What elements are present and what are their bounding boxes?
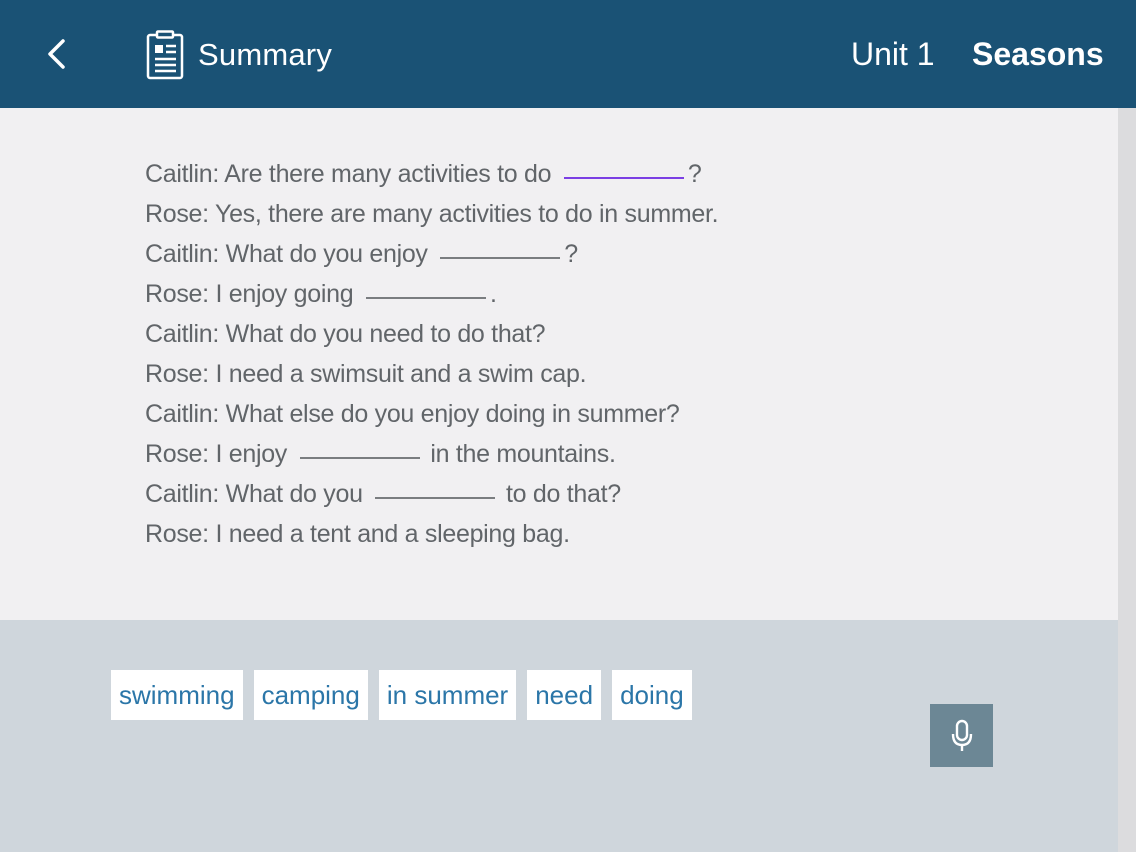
dialogue-text-segment: Rose: I enjoy going [145, 280, 360, 308]
dialogue-line: Caitlin: Are there many activities to do… [145, 154, 1045, 194]
dialogue-text-segment: Caitlin: Are there many activities to do [145, 160, 558, 188]
answer-blank[interactable] [440, 257, 561, 259]
dialogue-line: Rose: I enjoy in the mountains. [145, 434, 1045, 474]
dialogue-line: Rose: I enjoy going . [145, 274, 1045, 314]
summary-label: Summary [198, 37, 333, 72]
dialogue-text-segment: ? [687, 160, 702, 188]
page-title: Seasons [972, 36, 1104, 72]
word-chip[interactable]: in summer [378, 670, 517, 720]
dialogue-text-segment: Rose: I need a swimsuit and a swim cap. [145, 360, 587, 388]
document-icon [146, 30, 184, 80]
back-button[interactable] [36, 32, 76, 76]
dialogue-text-segment: Caitlin: What else do you enjoy doing in… [145, 400, 680, 428]
unit-label: Unit 1 [851, 36, 935, 72]
word-chip[interactable]: need [527, 670, 602, 720]
dialogue-line: Rose: I need a tent and a sleeping bag. [145, 514, 1045, 554]
dialogue-text-segment: . [489, 280, 497, 308]
microphone-icon [951, 719, 972, 751]
answer-blank[interactable] [375, 497, 496, 499]
dialogue-panel: Caitlin: Are there many activities to do… [0, 108, 1118, 620]
dialogue-line: Rose: I need a swimsuit and a swim cap. [145, 354, 1045, 394]
chevron-left-icon [48, 39, 65, 69]
dialogue-text-segment: Rose: I need a tent and a sleeping bag. [145, 520, 570, 548]
word-chip[interactable]: doing [612, 670, 692, 720]
dialogue-line: Caitlin: What do you need to do that? [145, 314, 1045, 354]
dialogue-text-segment: in the mountains. [423, 440, 616, 468]
dialogue-line: Caitlin: What do you to do that? [145, 474, 1045, 514]
dialogue-line: Caitlin: What do you enjoy ? [145, 234, 1045, 274]
scrollbar-track[interactable] [1118, 108, 1136, 852]
word-bank: swimming camping in summer need doing [111, 670, 703, 720]
dialogue-text-segment: to do that? [499, 480, 621, 508]
dialogue-text-segment: Caitlin: What do you enjoy [145, 240, 435, 268]
dialogue-text: Caitlin: Are there many activities to do… [145, 154, 1045, 554]
dialogue-line: Caitlin: What else do you enjoy doing in… [145, 394, 1045, 434]
dialogue-text-segment: Caitlin: What do you [145, 480, 370, 508]
dialogue-text-segment: Caitlin: What do you need to do that? [145, 320, 546, 348]
summary-button[interactable]: Summary [146, 30, 332, 80]
dialogue-text-segment: ? [564, 240, 578, 268]
dialogue-text-segment: Rose: Yes, there are many activities to … [145, 200, 719, 228]
word-chip[interactable]: camping [253, 670, 368, 720]
answer-blank[interactable] [299, 457, 420, 459]
word-chip[interactable]: swimming [111, 670, 243, 720]
answer-blank[interactable] [563, 177, 684, 179]
app-header: Summary Unit 1 Seasons [0, 0, 1136, 108]
dialogue-text-segment: Rose: I enjoy [145, 440, 294, 468]
answer-blank[interactable] [365, 297, 486, 299]
word-bank-panel: swimming camping in summer need doing [0, 620, 1118, 852]
dialogue-line: Rose: Yes, there are many activities to … [145, 194, 1045, 234]
microphone-button[interactable] [930, 704, 993, 767]
